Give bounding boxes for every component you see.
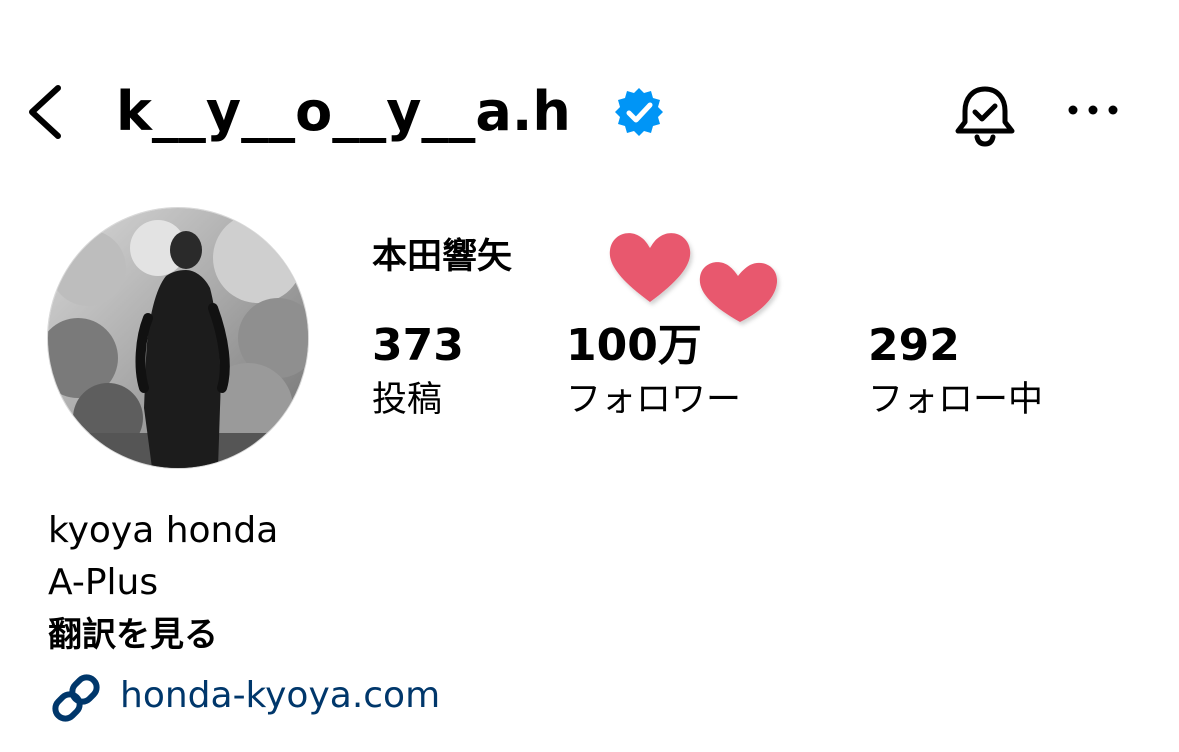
display-name: 本田響矢 [372,237,513,277]
notification-bell-button[interactable] [950,80,1020,150]
followers-count: 100万 [566,320,702,371]
heart-icon [609,233,691,302]
posts-stat[interactable]: 373 投稿 [372,320,464,426]
verified-badge-icon [613,86,665,138]
heart-icon [699,262,778,322]
back-button[interactable] [22,82,70,142]
bio-agency: A-Plus [48,562,159,603]
profile-photo [48,208,308,468]
back-arrow-icon [29,85,61,139]
hearts-sticker [600,222,790,334]
more-options-button[interactable] [1060,90,1126,130]
more-options-icon [1068,105,1118,115]
see-translation-link[interactable]: 翻訳を見る [48,610,218,660]
bio-name: kyoya honda [48,510,279,551]
bell-notification-icon [955,86,1015,147]
followers-stat[interactable]: 100万 フォロワー [566,320,741,426]
link-icon [52,674,100,722]
avatar[interactable] [48,208,308,468]
profile-username: k__y__o__y__a.h [116,80,571,143]
following-stat[interactable]: 292 フォロー中 [868,320,1043,426]
following-count: 292 [868,320,960,371]
posts-label: 投稿 [372,380,443,420]
link-text: honda-kyoya.com [120,675,441,716]
followers-label: フォロワー [566,380,742,420]
following-label: フォロー中 [868,380,1044,420]
posts-count: 373 [372,320,464,371]
